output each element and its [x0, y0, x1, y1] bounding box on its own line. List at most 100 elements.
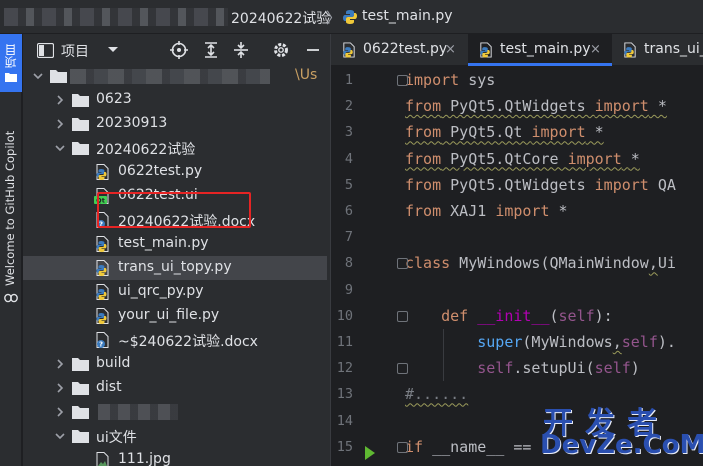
tree-folder-row[interactable]: \Us: [23, 66, 327, 88]
tree-file-row[interactable]: your_ui_file.py: [23, 304, 327, 328]
tab-label: 0622test.py: [363, 41, 448, 57]
expand-all-icon[interactable]: [202, 41, 220, 59]
code-line: from PyQt5.Qt import *: [405, 119, 604, 145]
chevron-right-icon[interactable]: [54, 382, 66, 394]
tree-folder-row[interactable]: [23, 400, 327, 424]
line-number: 13: [336, 386, 353, 403]
chevron-right-icon[interactable]: [54, 94, 66, 106]
tree-folder-row[interactable]: 0623: [23, 88, 327, 112]
code-token: __name__: [423, 437, 514, 456]
redacted-folder-name: [98, 404, 178, 420]
fold-marker-icon[interactable]: [397, 363, 408, 375]
code-token: MyWindows(QMainWindow: [450, 254, 649, 273]
editor-tab[interactable]: test_main.py ×: [468, 34, 612, 66]
collapse-all-icon[interactable]: [232, 41, 250, 59]
breadcrumb-folder[interactable]: 20240622试验: [231, 8, 330, 28]
tree-item-label: your_ui_file.py: [118, 307, 220, 323]
editor-tab[interactable]: 0622test.py ×: [331, 34, 468, 66]
fold-marker-icon[interactable]: [397, 258, 408, 270]
tree-file-row[interactable]: test_main.py: [23, 232, 327, 256]
editor-tab[interactable]: trans_ui_to: [612, 34, 703, 66]
tab-label: test_main.py: [500, 41, 591, 57]
indent-guide: [443, 329, 444, 382]
line-number: 8: [344, 255, 353, 272]
folder-icon: [72, 406, 89, 419]
root-path-suffix: \Us: [295, 67, 318, 83]
code-line: from PyQt5.QtCore import *: [405, 146, 640, 172]
code-token: *: [549, 202, 568, 220]
locate-icon[interactable]: [170, 41, 188, 59]
code-token: sys: [459, 71, 496, 89]
tree-file-row[interactable]: 0622test.py: [23, 160, 327, 184]
tree-folder-row[interactable]: dist: [23, 376, 327, 400]
stripe-copilot-label[interactable]: Welcome to GitHub Copilot: [3, 116, 17, 286]
folder-icon: [72, 358, 89, 371]
chevron-down-icon[interactable]: [54, 430, 66, 442]
python-file-icon: [96, 236, 109, 252]
chevron-down-icon[interactable]: [54, 142, 66, 154]
chevron-right-icon[interactable]: [54, 358, 66, 370]
redacted-root-name: [70, 69, 270, 84]
code-line: import sys: [405, 67, 495, 93]
code-token: from: [405, 123, 442, 142]
code-token: self: [621, 333, 658, 351]
code-token: import: [405, 71, 460, 89]
tree-file-row[interactable]: trans_ui_topy.py: [23, 256, 327, 280]
chevron-down-icon[interactable]: [107, 46, 119, 54]
svg-text:?: ?: [99, 341, 103, 349]
code-line: class MyWindows(QMainWindow,Ui: [405, 250, 676, 276]
code-token: PyQt5.QtCore: [441, 149, 568, 168]
code-line: #......: [405, 381, 468, 407]
tree-item-label: trans_ui_topy.py: [118, 259, 232, 275]
line-number: 1: [344, 72, 353, 88]
tree-item-label: ui_qrc_py.py: [118, 283, 204, 299]
tree-folder-row[interactable]: ui文件: [23, 424, 327, 448]
folder-icon: [50, 70, 67, 83]
watermark-en: DevZe.CoM: [540, 430, 703, 460]
python-file-icon: [343, 42, 355, 58]
tree-folder-row[interactable]: 20230913: [23, 112, 327, 136]
code-line: self.setupUi(self): [405, 355, 640, 381]
close-icon[interactable]: ×: [590, 42, 601, 57]
close-icon[interactable]: ×: [445, 42, 456, 57]
code-token: #......: [405, 385, 469, 404]
fold-marker-icon[interactable]: [397, 441, 408, 453]
annotation-highlight-box: [97, 192, 251, 228]
project-tree: \Us 0623 20230913 20240622试验 0622test.py Qt 06…: [23, 66, 327, 466]
fold-marker-icon[interactable]: [397, 75, 408, 86]
folder-icon: [72, 382, 89, 395]
tree-item-label: ~$240622试验.docx: [118, 334, 258, 350]
fold-marker-icon[interactable]: [397, 310, 408, 322]
folder-icon: [72, 430, 89, 443]
project-pane-title[interactable]: 项目: [61, 41, 89, 61]
gear-icon[interactable]: [272, 41, 290, 59]
code-token: (: [549, 306, 559, 325]
copilot-icon[interactable]: [4, 292, 18, 304]
run-icon[interactable]: [365, 446, 375, 460]
tree-item-label: 20230913: [96, 115, 168, 131]
tree-item-label: 0622test.py: [118, 163, 203, 179]
python-file-icon: [624, 42, 636, 58]
redacted-path: [4, 8, 228, 26]
tree-item-label: 111.jpg: [118, 451, 171, 466]
code-line: super(MyWindows,self).: [405, 329, 676, 355]
tree-folder-row[interactable]: build: [23, 352, 327, 376]
chevron-right-icon[interactable]: [54, 118, 66, 130]
tree-file-row[interactable]: 111.jpg: [23, 448, 327, 466]
image-file-icon: [96, 452, 109, 466]
python-file-icon: [343, 10, 357, 24]
code-token: ).: [657, 333, 676, 351]
chevron-down-icon[interactable]: [32, 70, 44, 82]
python-file-icon: [96, 308, 109, 324]
minimize-icon[interactable]: [304, 41, 322, 59]
tree-file-row[interactable]: ? ~$240622试验.docx: [23, 328, 327, 352]
tree-folder-row[interactable]: 20240622试验: [23, 136, 327, 160]
breadcrumb-file[interactable]: test_main.py: [362, 8, 453, 24]
tree-file-row[interactable]: ui_qrc_py.py: [23, 280, 327, 304]
code-token: __init__: [477, 306, 550, 325]
python-file-icon: [96, 260, 109, 276]
breadcrumb-bar: 20240622试验 〉 test_main.py: [0, 0, 703, 34]
chevron-right-icon[interactable]: [54, 406, 66, 418]
line-number: 15: [336, 438, 353, 455]
code-token: def: [441, 306, 469, 325]
